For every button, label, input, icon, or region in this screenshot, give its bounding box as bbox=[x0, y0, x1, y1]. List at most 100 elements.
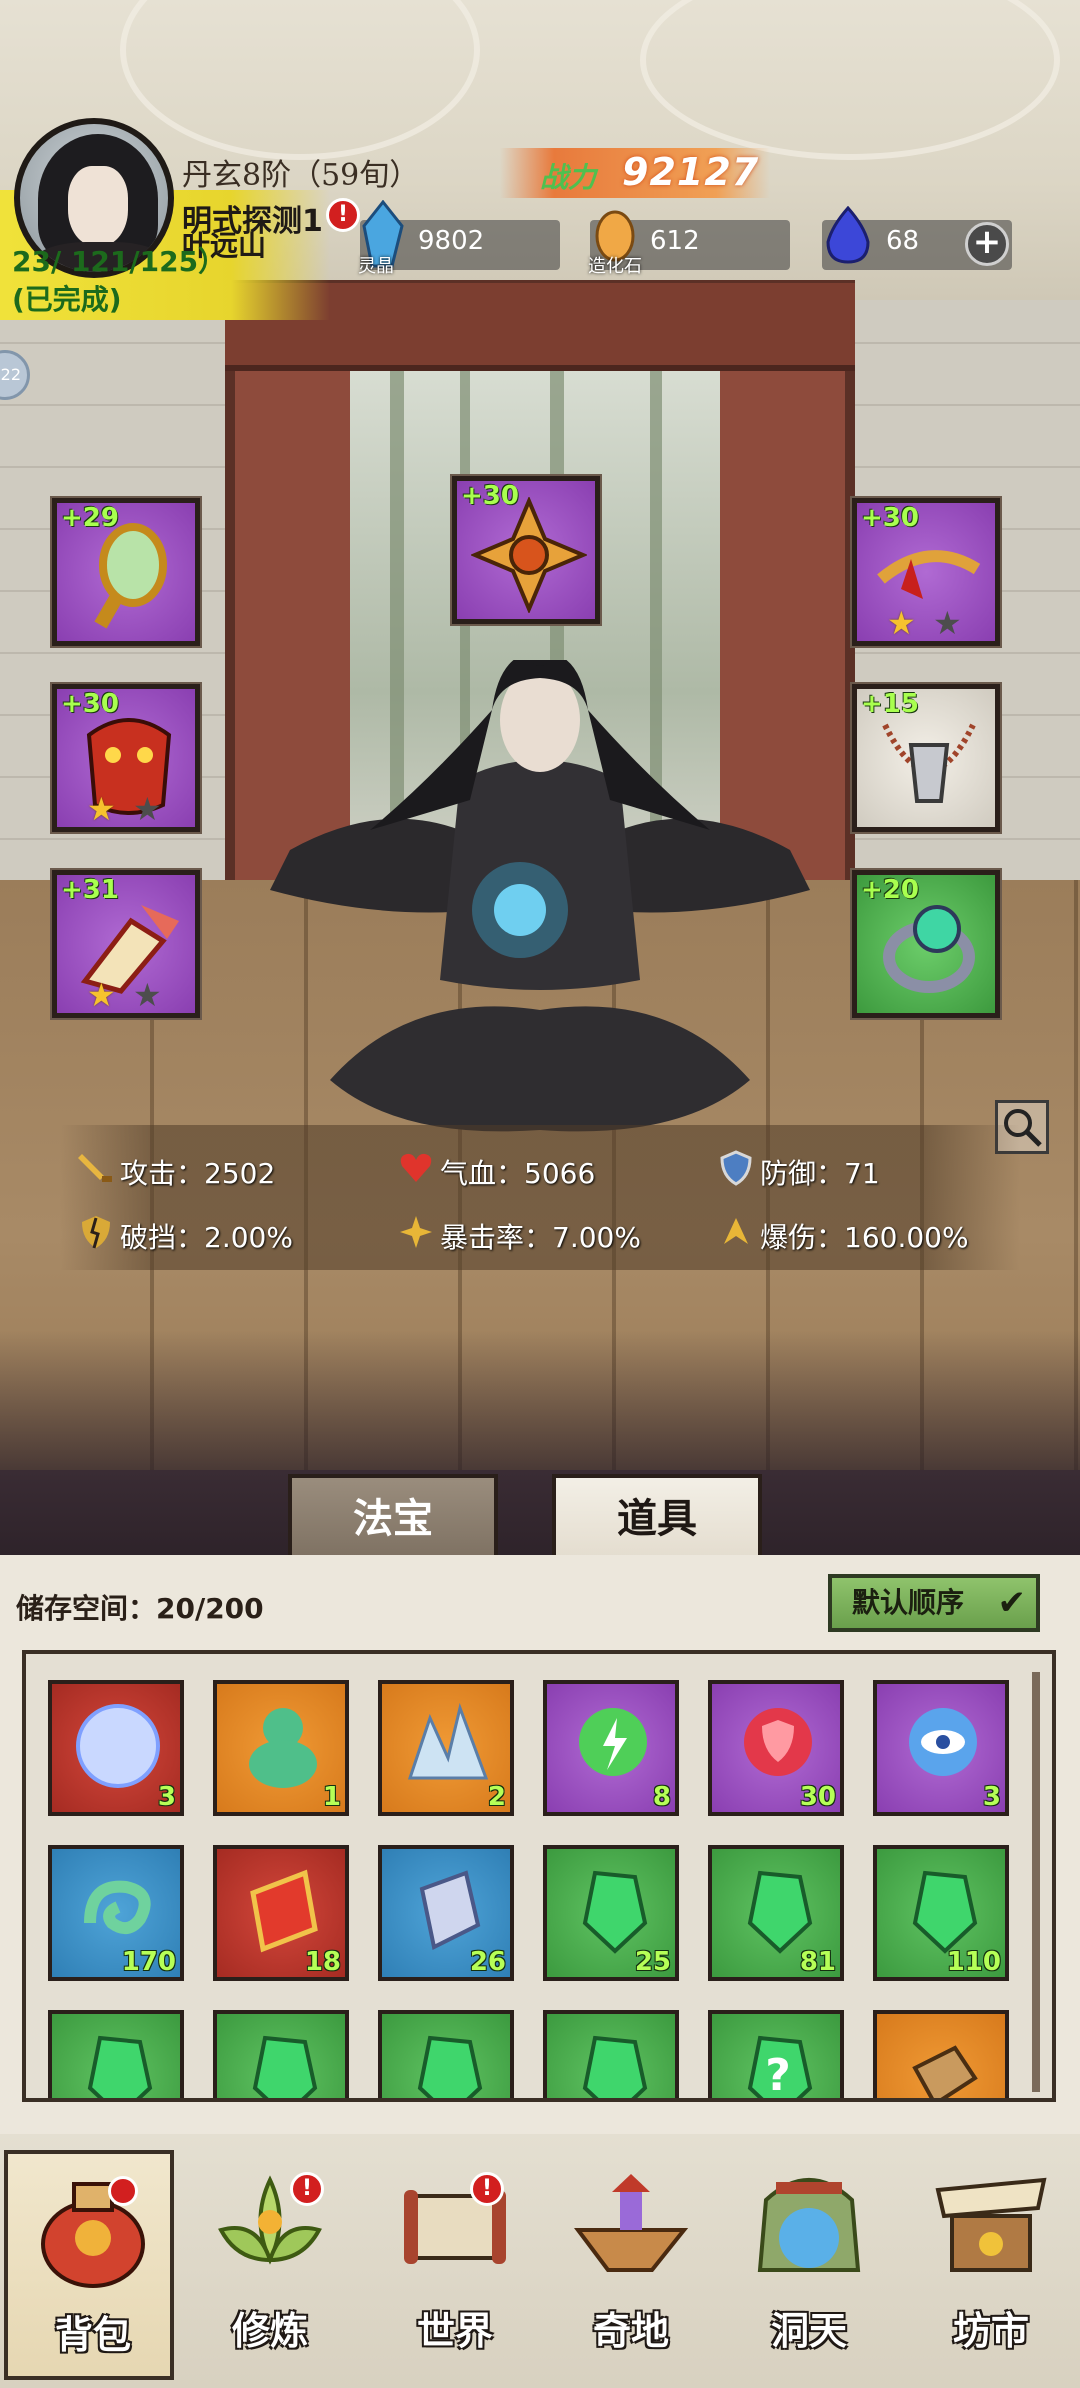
inventory-item[interactable]: 81 bbox=[708, 1845, 844, 1981]
cloud-swirl bbox=[640, 0, 1060, 160]
slot-level: +31 bbox=[61, 875, 119, 905]
inventory-item[interactable] bbox=[543, 2010, 679, 2098]
tab-treasure[interactable]: 法宝 bbox=[288, 1474, 498, 1556]
green-gem-icon bbox=[252, 2035, 318, 2098]
inventory-item[interactable]: ? bbox=[708, 2010, 844, 2098]
nav-market[interactable]: 坊市 bbox=[906, 2150, 1076, 2380]
item-count: 26 bbox=[469, 1947, 506, 1977]
slot-level: +30 bbox=[461, 481, 519, 511]
sort-order-label: 默认顺序 bbox=[852, 1586, 965, 1619]
inventory-item[interactable]: 110 bbox=[873, 1845, 1009, 1981]
silver-talisman-icon bbox=[419, 1870, 481, 1950]
nav-secret-land[interactable]: 奇地 bbox=[546, 2150, 716, 2380]
inventory-item[interactable]: 3 bbox=[48, 1680, 184, 1816]
nav-world[interactable]: 世界 bbox=[370, 2150, 540, 2380]
power-value: 92127 bbox=[622, 150, 760, 194]
green-gem-icon bbox=[582, 2035, 648, 2098]
lightning-orb-icon bbox=[579, 1708, 647, 1776]
nav-label: 背包 bbox=[54, 2313, 131, 2357]
spiral-jade-icon bbox=[84, 1880, 151, 1935]
equip-slot-boots[interactable]: +31 ★ ★ bbox=[52, 870, 200, 1018]
stat-defense: 防御：71 bbox=[760, 1157, 880, 1190]
nav-label: 修炼 bbox=[231, 2309, 308, 2353]
compass-amulet-icon bbox=[471, 497, 587, 613]
star-filled-icon: ★ bbox=[87, 976, 116, 1014]
inventory-item[interactable]: 3 bbox=[873, 1680, 1009, 1816]
item-count: 3 bbox=[157, 1782, 176, 1812]
cultivation-realm: 丹玄8阶（59旬） bbox=[182, 158, 420, 193]
market-stall-icon bbox=[935, 2177, 1047, 2272]
inventory-item[interactable]: 2 bbox=[378, 1680, 514, 1816]
inventory-item[interactable] bbox=[378, 2010, 514, 2098]
nav-label: 奇地 bbox=[592, 2309, 669, 2353]
equip-slot-headpiece[interactable]: +30 ★ ★ bbox=[852, 498, 1000, 646]
slot-level: +15 bbox=[861, 689, 919, 719]
backpack-icon bbox=[41, 2182, 145, 2288]
spirit-crystal-label: 灵晶 bbox=[358, 256, 394, 277]
item-count: 18 bbox=[304, 1947, 341, 1977]
scroll-fragment-icon bbox=[912, 2045, 978, 2098]
inventory-item[interactable]: 26 bbox=[378, 1845, 514, 1981]
nav-label: 洞天 bbox=[770, 2309, 847, 2353]
inventory-item[interactable]: 18 bbox=[213, 1845, 349, 1981]
crit-damage-icon bbox=[724, 1218, 748, 1244]
heart-icon bbox=[400, 1153, 432, 1182]
quest-alert-badge: ! bbox=[326, 198, 360, 232]
nav-cave-heaven[interactable]: 洞天 bbox=[724, 2150, 894, 2380]
inventory-item[interactable] bbox=[873, 2010, 1009, 2098]
inventory-item[interactable] bbox=[213, 2010, 349, 2098]
tab-items[interactable]: 道具 bbox=[552, 1474, 762, 1556]
sort-order-dropdown[interactable]: 默认顺序 ✔ bbox=[828, 1574, 1040, 1632]
ice-crystal-icon bbox=[407, 1702, 489, 1780]
inventory-item[interactable]: 8 bbox=[543, 1680, 679, 1816]
star-filled-icon: ★ bbox=[887, 604, 916, 642]
shield-icon bbox=[720, 1150, 752, 1186]
green-gem-icon bbox=[582, 1870, 648, 1954]
item-count: 3 bbox=[982, 1782, 1001, 1812]
floating-island-icon bbox=[574, 2174, 689, 2272]
nav-backpack[interactable]: 背包 bbox=[4, 2150, 174, 2380]
slot-level: +30 bbox=[861, 503, 919, 533]
item-count: 170 bbox=[121, 1947, 176, 1977]
cloud-swirl bbox=[120, 0, 480, 160]
inventory-item[interactable]: 1 bbox=[213, 1680, 349, 1816]
spirit-crystal-value: 9802 bbox=[418, 226, 485, 256]
inventory-item[interactable]: 170 bbox=[48, 1845, 184, 1981]
nav-label: 世界 bbox=[416, 2309, 493, 2353]
jade-gourd-icon bbox=[249, 1708, 317, 1788]
item-count: 30 bbox=[799, 1782, 836, 1812]
green-gem-icon bbox=[87, 2035, 153, 2098]
equip-slot-amulet[interactable]: +30 bbox=[452, 476, 600, 624]
quest-status: (已完成) bbox=[12, 283, 122, 316]
green-gem-icon bbox=[747, 1870, 813, 1954]
equip-slot-ring[interactable]: +20 bbox=[852, 870, 1000, 1018]
chevron-down-icon: ✔ bbox=[997, 1583, 1027, 1623]
stat-attack: 攻击：2502 bbox=[120, 1157, 276, 1190]
inventory-item[interactable]: 30 bbox=[708, 1680, 844, 1816]
equip-slot-necklace[interactable]: +15 bbox=[852, 684, 1000, 832]
tab-bar bbox=[0, 1470, 1080, 1555]
inventory-scrollbar[interactable] bbox=[1032, 1672, 1040, 2092]
bead-necklace-icon bbox=[882, 723, 976, 803]
nav-label: 坊市 bbox=[952, 2309, 1029, 2353]
slot-level: +20 bbox=[861, 875, 919, 905]
item-count: 110 bbox=[946, 1947, 1001, 1977]
quest-progress: 23/ 121/125） bbox=[12, 245, 227, 278]
creation-stone-label: 造化石 bbox=[588, 256, 642, 277]
nav-cultivate[interactable]: 修炼 bbox=[185, 2150, 355, 2380]
meditating-cultivator bbox=[270, 660, 810, 1132]
item-count: 8 bbox=[652, 1782, 671, 1812]
eye-orb-icon bbox=[909, 1708, 977, 1776]
inventory-item[interactable] bbox=[48, 2010, 184, 2098]
green-gem-icon bbox=[912, 1870, 978, 1954]
sword-icon bbox=[78, 1154, 112, 1182]
add-currency-button[interactable]: + bbox=[965, 222, 1009, 266]
nav-alert-badge: ! bbox=[470, 2172, 504, 2206]
equip-slot-mirror[interactable]: +29 bbox=[52, 498, 200, 646]
equip-slot-armor[interactable]: +30 ★ ★ bbox=[52, 684, 200, 832]
inventory-item[interactable]: 25 bbox=[543, 1845, 679, 1981]
item-count: 25 bbox=[634, 1947, 671, 1977]
inventory-grid[interactable]: 3 1 2 8 30 3 170 18 26 25 81 110 ? bbox=[22, 1650, 1056, 2102]
item-count: 2 bbox=[487, 1782, 506, 1812]
stat-hp: 气血：5066 bbox=[440, 1157, 596, 1190]
